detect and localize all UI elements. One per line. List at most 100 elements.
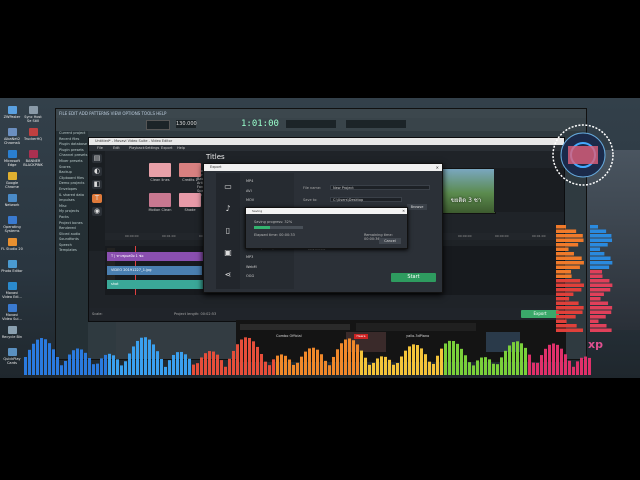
format-item[interactable]: WebM [246, 265, 257, 269]
desktop-icon[interactable]: TruckerHQ [22, 128, 44, 141]
equalizer-bar [520, 343, 523, 375]
equalizer-bar [556, 279, 581, 283]
toolbar-icons[interactable] [346, 120, 406, 128]
filter-icon[interactable]: ◐ [92, 167, 102, 176]
format-item[interactable]: MP3 [246, 255, 253, 259]
format-item[interactable]: AVI [246, 189, 252, 193]
desktop-icon[interactable]: ZWPaster [1, 106, 23, 119]
desktop-icon[interactable]: QuickPlay Cards [1, 348, 23, 365]
app-icon [28, 150, 38, 158]
equalizer-bar [556, 301, 579, 305]
file-name-label: File name: [303, 186, 322, 190]
desktop-icon[interactable]: AlbaNet2 ChromeA [1, 128, 23, 145]
timeline-clip[interactable]: VIDEO 20191227_1.jpg [107, 266, 202, 275]
browser-item[interactable]: Current project [56, 131, 88, 137]
tv-icon[interactable]: ▣ [221, 247, 235, 259]
equalizer-bar [590, 243, 608, 247]
desktop-icon-label: Microsoft Edge [4, 159, 20, 167]
equalizer-bar [124, 361, 127, 375]
desktop-icon[interactable]: Recycle Bin [1, 326, 23, 339]
equalizer-bar [188, 358, 191, 375]
title-thumbnail[interactable] [179, 193, 201, 207]
desktop-icon[interactable]: Photo Editor [1, 260, 23, 273]
transition-icon[interactable]: ◧ [92, 180, 102, 189]
fl-browser-panel[interactable]: Current project Recent files Plugin databa… [56, 131, 88, 359]
right-equalizer [556, 225, 613, 332]
browse-button[interactable]: Browse [407, 204, 427, 210]
desktop-icon[interactable]: Movavi Video Sui... [1, 304, 23, 321]
pattern-selector[interactable] [146, 120, 170, 130]
desktop-icon[interactable]: Google Chrome [1, 172, 23, 189]
desktop-icon[interactable]: Sync Host Se Still [22, 106, 44, 123]
desktop-icon-label: Movavi Video Edi... [2, 291, 22, 299]
stickers-icon[interactable]: ◉ [92, 207, 102, 216]
audio-icon[interactable]: ♪ [221, 203, 235, 215]
menu-item[interactable]: Edit [113, 145, 120, 151]
equalizer-bar [590, 310, 612, 314]
equalizer-bar [84, 352, 87, 375]
title-thumbnail[interactable] [179, 163, 201, 177]
equalizer-bar [184, 354, 187, 375]
share-icon[interactable]: ⋖ [221, 269, 235, 281]
equalizer-bar [572, 366, 575, 375]
desktop-icon[interactable]: Movavi Video Edi... [1, 282, 23, 299]
menu-item[interactable]: Help [177, 145, 185, 151]
timeline-clip[interactable]: shot [107, 280, 217, 289]
scale-label: Scale: [92, 312, 103, 316]
desktop-icon[interactable]: Network [1, 194, 23, 207]
equalizer-bar [424, 354, 427, 375]
format-item[interactable]: MP4 [246, 179, 253, 183]
equalizer-bar [556, 319, 567, 323]
title-thumbnail[interactable] [149, 193, 171, 207]
equalizer-bar [52, 349, 55, 375]
format-item[interactable]: MOV [246, 198, 254, 202]
title-icon[interactable]: T [92, 194, 102, 203]
equalizer-bar [460, 348, 463, 375]
video-preview[interactable]: ขยติด 3 ชา [436, 168, 496, 214]
equalizer-bar [556, 261, 584, 265]
pattern-box[interactable] [286, 120, 336, 128]
equalizer-bar [168, 360, 171, 375]
desktop-icon[interactable]: Operating Systems [1, 216, 23, 233]
fl-menu-bar[interactable]: FILE EDIT ADD PATTERNS VIEW OPTIONS TOOL… [56, 109, 586, 118]
desktop-icon-label: BANNER BLACKPINK [23, 159, 43, 167]
equalizer-bar [452, 341, 455, 375]
start-button[interactable]: Start [391, 273, 436, 282]
remaining-value: 00:00:36 [364, 237, 380, 241]
browser-address[interactable] [240, 324, 350, 330]
menu-item[interactable]: Playback [129, 145, 145, 151]
app-icon [7, 260, 17, 268]
equalizer-bar [420, 348, 423, 375]
export-button[interactable]: Export [521, 310, 559, 318]
browser-item[interactable]: Plugin database [56, 142, 88, 148]
device-icon[interactable]: ▯ [221, 225, 235, 237]
equalizer-bar [352, 340, 355, 375]
tempo-display[interactable]: 130.000 [176, 120, 197, 128]
desktop-icon-label: QuickPlay Cards [3, 357, 21, 365]
equalizer-bar [40, 338, 43, 375]
save-to-field[interactable]: C:\Users\Desktop [330, 197, 402, 202]
equalizer-bar [328, 365, 331, 375]
import-icon[interactable]: ▤ [92, 154, 102, 163]
desktop-icon[interactable]: Microsoft Edge [1, 150, 23, 167]
format-item[interactable]: OGG [246, 274, 254, 278]
title-thumbnail[interactable] [149, 163, 171, 177]
progress-bar [254, 226, 303, 229]
file-name-field[interactable]: New Project [330, 185, 430, 190]
menu-item[interactable]: Export [161, 145, 172, 151]
close-icon[interactable]: ✕ [402, 208, 405, 214]
desktop-icon[interactable]: FL Studio 20 [1, 238, 23, 251]
menu-item[interactable]: Settings [145, 145, 159, 151]
equalizer-bar [304, 351, 307, 375]
browser-item[interactable]: Templates [56, 248, 88, 254]
browser-tabs[interactable] [356, 323, 476, 331]
timeline-clip[interactable]: T | ทางพุณสมัย 1 ช่อ [107, 252, 217, 261]
video-icon[interactable]: ▭ [221, 181, 235, 193]
equalizer-bar [296, 362, 299, 375]
equalizer-bar [484, 357, 487, 375]
equalizer-bar [552, 343, 555, 375]
close-icon[interactable]: ✕ [436, 164, 439, 171]
desktop-icon[interactable]: BANNER BLACKPINK [22, 150, 44, 167]
cancel-button[interactable]: Cancel [379, 238, 401, 244]
equalizer-bar [548, 344, 551, 375]
